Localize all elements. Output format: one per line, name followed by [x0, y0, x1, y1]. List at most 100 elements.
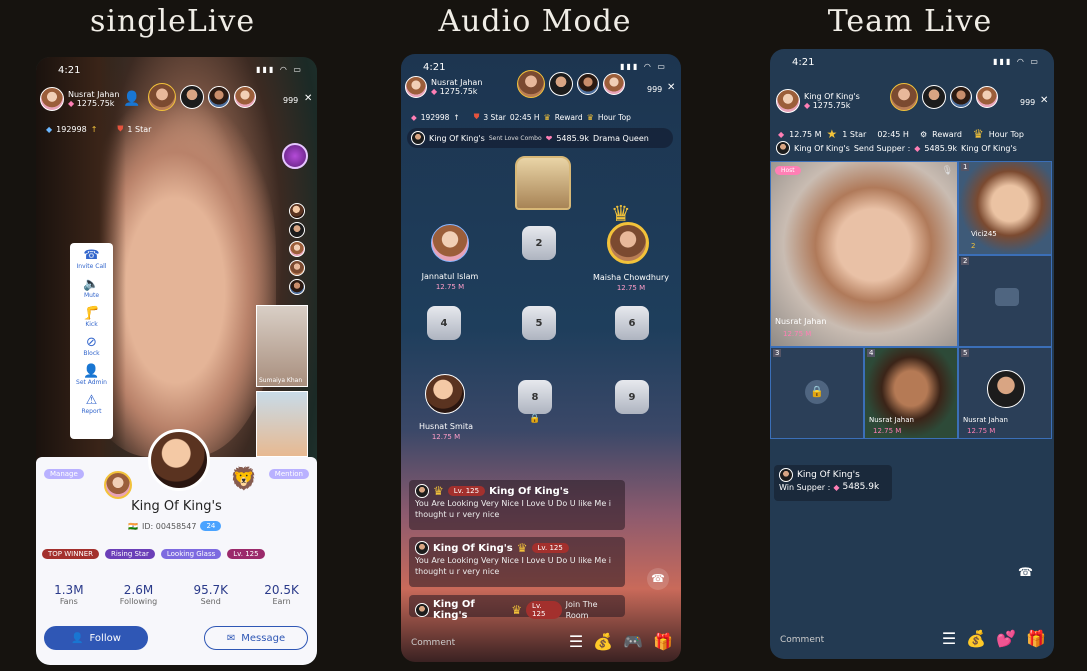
menu-icon[interactable]: ☰: [569, 632, 583, 651]
host-name: Nusrat Jahan: [68, 90, 120, 99]
reward-button[interactable]: Reward: [932, 130, 962, 139]
follow-add-icon[interactable]: 👤: [123, 91, 140, 107]
viewer-count[interactable]: 999: [1020, 98, 1035, 107]
guest-cell-1[interactable]: 1 Vici245 2: [958, 161, 1052, 255]
viewer-avatar[interactable]: [976, 86, 998, 108]
seat-number: 8: [531, 391, 539, 403]
comment-input[interactable]: Comment: [411, 638, 455, 648]
cell-number: 1: [961, 163, 970, 171]
chat-avatar: [779, 468, 793, 482]
guest-cell-4[interactable]: 4 Nusrat Jahan 12.75 M: [864, 347, 958, 439]
mute-button[interactable]: 🔈 Mute: [70, 278, 113, 300]
mic-off-icon[interactable]: 🎙: [942, 166, 953, 176]
block-icon: ⊘: [86, 335, 97, 350]
block-button[interactable]: ⊘ Block: [70, 335, 113, 358]
host-header[interactable]: King Of King's ◆ 1275.75k: [776, 89, 860, 113]
money-bag-icon[interactable]: 💰: [966, 629, 986, 648]
seat-4[interactable]: 4: [427, 306, 461, 340]
menu-label: Kick: [85, 321, 98, 328]
host-video-cell[interactable]: Host 🎙 Nusrat Jahan 12.75 M: [770, 161, 958, 347]
pip-guest-video[interactable]: Sumaiya Khan: [256, 305, 308, 387]
viewer-avatar[interactable]: [950, 86, 972, 108]
hour-top-button[interactable]: Hour Top: [989, 130, 1024, 139]
seat-9[interactable]: 9: [615, 380, 649, 414]
call-add-icon[interactable]: ☎: [1018, 565, 1033, 579]
diamond-row: ◆ 192998 ↑ ⛊ 1 Star: [46, 124, 151, 134]
seat-7-avatar[interactable]: [425, 374, 465, 414]
comment-input[interactable]: Comment: [780, 635, 824, 645]
profile-id: ID: 00458547: [141, 521, 197, 531]
viewer-avatar[interactable]: [148, 83, 176, 111]
seat-6[interactable]: 6: [615, 306, 649, 340]
host-header[interactable]: Nusrat Jahan ◆ 1275.75k 👤: [40, 87, 141, 111]
follow-button[interactable]: 👤 Follow: [44, 626, 148, 650]
viewer-count[interactable]: 999: [283, 96, 298, 105]
viewer-avatar[interactable]: [890, 83, 918, 111]
guest-cell-2[interactable]: 2: [958, 255, 1052, 347]
viewer-avatar[interactable]: [517, 70, 545, 98]
viewer-avatar[interactable]: [208, 86, 230, 108]
seat-1-avatar[interactable]: [431, 224, 469, 262]
host-avatar[interactable]: [40, 87, 64, 111]
chat-name: King Of King's: [433, 542, 513, 554]
banner-name: King Of King's: [794, 143, 850, 153]
viewer-avatar[interactable]: [289, 222, 305, 238]
seat-3-avatar[interactable]: [607, 222, 649, 264]
viewer-avatar[interactable]: [234, 86, 256, 108]
invite-call-button[interactable]: ☎ Invite Call: [70, 249, 113, 271]
reward-button[interactable]: Reward: [555, 113, 583, 122]
chat-message: King Of King's ♛ Lv. 125 You Are Looking V…: [409, 537, 625, 587]
manage-button[interactable]: Manage: [44, 469, 84, 479]
gift-icon[interactable]: 🎁: [653, 632, 673, 651]
guest-cell-3[interactable]: 3 🔒: [770, 347, 864, 439]
game-controller-icon[interactable]: 🎮: [623, 632, 643, 651]
profile-avatar[interactable]: [148, 429, 210, 491]
seat-5[interactable]: 5: [522, 306, 556, 340]
banner-value: 5485.9k: [924, 143, 958, 153]
diamond-count: 192998: [420, 112, 450, 122]
money-bag-icon[interactable]: 💰: [593, 632, 613, 651]
viewer-avatar[interactable]: [577, 73, 599, 95]
viewer-avatar[interactable]: [289, 241, 305, 257]
stat-send[interactable]: 95.7K Send: [193, 583, 228, 606]
chat-text: Win Supper :: [779, 482, 831, 492]
status-time: 4:21: [423, 62, 446, 73]
hour-top-button[interactable]: Hour Top: [598, 113, 631, 122]
badge: Looking Glass: [160, 549, 222, 559]
kick-button[interactable]: 🦵 Kick: [70, 307, 113, 329]
host-header[interactable]: Nusrat Jahan ◆ 1275.75k: [405, 76, 482, 98]
host-avatar[interactable]: [776, 89, 800, 113]
viewer-avatar[interactable]: [922, 85, 946, 109]
winged-heart-icon[interactable]: 💕: [996, 629, 1016, 648]
gift-icon[interactable]: 🎁: [1026, 629, 1046, 648]
banner-action: Sent Love Combo: [488, 134, 542, 142]
chat-value: 5485.9k: [842, 482, 880, 492]
viewer-avatar[interactable]: [180, 85, 204, 109]
set-admin-button[interactable]: 👤 Set Admin: [70, 365, 113, 387]
viewer-avatar[interactable]: [549, 72, 573, 96]
host-avatar[interactable]: [405, 76, 427, 98]
gift-wheel-icon[interactable]: [282, 143, 308, 169]
pip-guest-video-2[interactable]: [256, 391, 308, 457]
report-button[interactable]: ⚠ Report: [70, 394, 113, 416]
close-icon[interactable]: ✕: [1040, 95, 1048, 106]
viewer-avatar[interactable]: [603, 73, 625, 95]
info-row: ◆ 192998 ↑ ⛊ 3 Star 02:45 H ♛ Reward ♛ Hou…: [411, 112, 631, 122]
menu-icon[interactable]: ☰: [942, 629, 956, 648]
close-icon[interactable]: ✕: [304, 93, 312, 104]
viewer-avatar[interactable]: [289, 203, 305, 219]
guest-cell-5[interactable]: 5 Nusrat Jahan 12.75 M: [958, 347, 1052, 439]
stat-fans[interactable]: 1.3M Fans: [54, 583, 83, 606]
viewer-avatar[interactable]: [289, 260, 305, 276]
call-add-icon[interactable]: ☎: [647, 568, 669, 590]
seat-8[interactable]: 8: [518, 380, 552, 414]
seat-2[interactable]: 2: [522, 226, 556, 260]
close-icon[interactable]: ✕: [667, 82, 675, 93]
message-button[interactable]: ✉ Message: [204, 626, 308, 650]
mention-button[interactable]: Mention: [268, 469, 309, 479]
host-throne[interactable]: [515, 156, 571, 210]
stat-earn[interactable]: 20.5K Earn: [264, 583, 299, 606]
viewer-count[interactable]: 999: [647, 85, 662, 94]
viewer-avatar[interactable]: [289, 279, 305, 295]
stat-following[interactable]: 2.6M Following: [120, 583, 157, 606]
